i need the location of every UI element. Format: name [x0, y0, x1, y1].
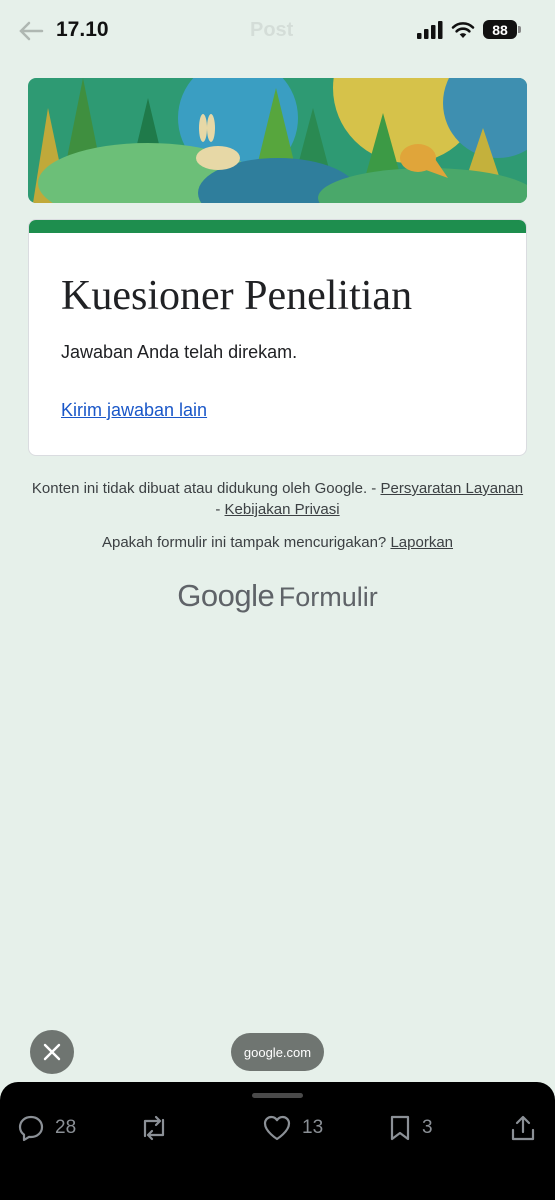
brand-google: Google [177, 578, 275, 613]
separator-text: - [215, 501, 225, 518]
close-icon [43, 1043, 61, 1061]
forest-illustration [28, 78, 527, 203]
bookmark-icon [390, 1115, 410, 1141]
terms-link[interactable]: Persyaratan Layanan [380, 480, 523, 497]
battery-indicator: 88 [483, 20, 521, 39]
disclaimer-text: Konten ini tidak dibuat atau didukung ol… [31, 480, 381, 497]
like-action[interactable]: 13 [262, 1114, 323, 1142]
close-browser-button[interactable] [30, 1030, 74, 1074]
google-forms-logo: Google Formulir [0, 578, 555, 614]
back-arrow-icon [19, 21, 44, 41]
domain-pill[interactable]: google.com [231, 1033, 324, 1071]
reply-icon [18, 1115, 44, 1142]
brand-product: Formulir [278, 582, 378, 612]
background-page-title: Post [250, 19, 294, 41]
signal-icon [417, 20, 443, 39]
battery-level: 88 [483, 20, 517, 39]
report-line: Apakah formulir ini tampak mencurigakan?… [28, 532, 527, 553]
heart-icon [263, 1115, 291, 1141]
privacy-link[interactable]: Kebijakan Privasi [225, 501, 340, 518]
report-prompt: Apakah formulir ini tampak mencurigakan? [101, 534, 391, 551]
drag-handle[interactable] [252, 1093, 303, 1098]
disclaimer: Konten ini tidak dibuat atau didukung ol… [28, 478, 527, 520]
battery-tip [518, 26, 521, 33]
confirmation-card: Kuesioner Penelitian Jawaban Anda telah … [28, 219, 527, 456]
form-title: Kuesioner Penelitian [61, 273, 413, 319]
form-header-banner [28, 78, 527, 203]
submit-another-response-link[interactable]: Kirim jawaban lain [61, 400, 207, 421]
repost-icon [143, 1115, 165, 1141]
bookmark-count: 3 [422, 1117, 433, 1138]
repost-action[interactable] [138, 1114, 170, 1142]
post-action-bar: 28 13 3 [0, 1082, 555, 1200]
status-bar: Post 17.10 88 [0, 0, 555, 62]
card-accent-bar [29, 220, 526, 233]
status-icons: 88 [417, 20, 521, 39]
bookmark-action[interactable]: 3 [388, 1114, 433, 1142]
reply-action[interactable]: 28 [17, 1114, 76, 1142]
share-icon [511, 1115, 535, 1141]
report-link[interactable]: Laporkan [390, 534, 453, 551]
confirmation-message: Jawaban Anda telah direkam. [61, 342, 298, 362]
like-count: 13 [302, 1117, 324, 1138]
reply-count: 28 [55, 1117, 77, 1138]
wifi-icon [451, 21, 475, 38]
share-action[interactable] [510, 1114, 536, 1142]
status-time: 17.10 [56, 18, 109, 41]
